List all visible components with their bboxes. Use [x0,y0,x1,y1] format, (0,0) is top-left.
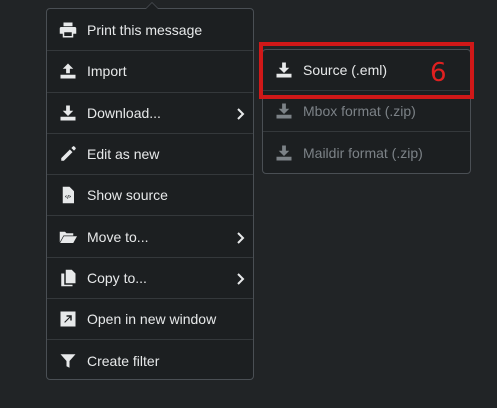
menu-item-label: Print this message [87,22,203,39]
external-window-icon [59,310,77,328]
menu-item-label: Copy to... [87,269,147,286]
menu-item-create-filter[interactable]: Create filter [47,340,253,381]
submenu-item-label: Source (.eml) [303,62,388,78]
source-file-icon [59,186,77,204]
menu-item-label: Edit as new [87,146,160,163]
chevron-right-icon [235,231,245,244]
menu-item-open-new-window[interactable]: Open in new window [47,299,253,341]
submenu-item-label: Maildir format (.zip) [303,144,423,161]
chevron-right-icon [235,272,245,285]
menu-item-label: Open in new window [87,311,217,328]
chevron-right-icon [235,107,245,120]
print-icon [59,21,77,39]
folder-open-icon [59,228,77,246]
submenu-item-label: Mbox format (.zip) [303,103,416,119]
menu-item-copy-to[interactable]: Copy to... [47,258,253,300]
download-icon [275,102,293,120]
menu-item-label: Download... [87,104,161,121]
menu-item-label: Show source [87,187,168,204]
menu-item-label: Create filter [87,353,160,370]
menu-item-print[interactable]: Print this message [47,10,253,52]
menu-item-download[interactable]: Download... [47,93,253,134]
download-icon [59,104,77,122]
menu-item-show-source[interactable]: Show source [47,175,253,217]
context-menu: Print this message Import Download... Ed… [46,2,254,381]
filter-icon [59,352,77,370]
menu-item-move-to[interactable]: Move to... [47,216,253,258]
menu-item-label: Import [87,63,127,80]
submenu-item-mbox: Mbox format (.zip) [263,91,470,132]
menu-item-import[interactable]: Import [47,51,253,93]
pencil-icon [59,145,77,163]
submenu-item-maildir: Maildir format (.zip) [263,132,470,173]
menu-item-edit-as-new[interactable]: Edit as new [47,134,253,176]
download-icon [275,61,293,79]
download-icon [275,144,293,162]
annotation-step-number: 6 [430,58,447,88]
upload-icon [59,62,77,80]
copy-icon [59,269,77,287]
menu-item-label: Move to... [87,228,149,245]
